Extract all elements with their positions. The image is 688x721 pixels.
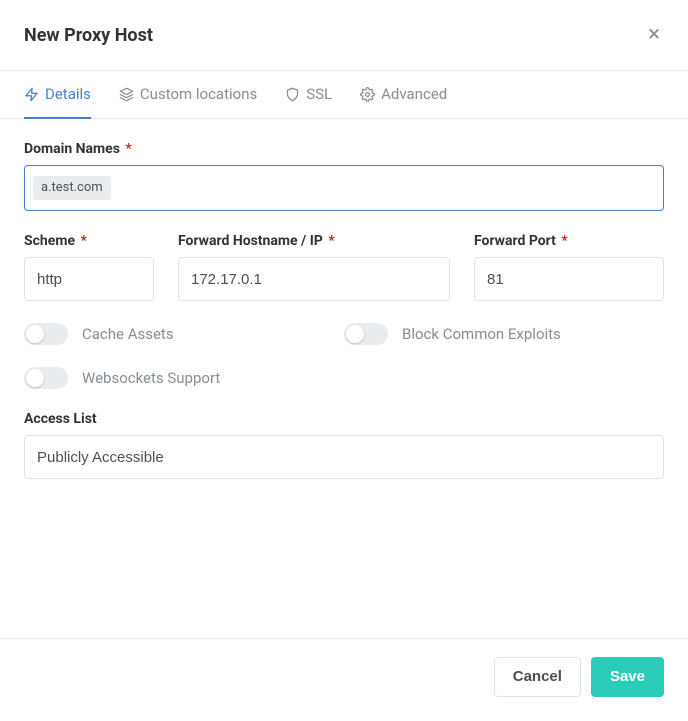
tab-bar: Details Custom locations SSL Advanced xyxy=(0,71,688,119)
field-hostname: Forward Hostname / IP * xyxy=(178,233,450,301)
tab-label: Advanced xyxy=(381,85,447,103)
block-exploits-label: Block Common Exploits xyxy=(402,325,561,343)
tab-custom-locations[interactable]: Custom locations xyxy=(119,71,257,119)
block-exploits-switch[interactable] xyxy=(344,323,388,345)
required-mark: * xyxy=(561,233,567,249)
lightning-icon xyxy=(24,87,39,102)
field-access-list: Access List xyxy=(24,411,664,479)
hostname-input[interactable] xyxy=(178,257,450,301)
websockets-switch[interactable] xyxy=(24,367,68,389)
gear-icon xyxy=(360,87,375,102)
access-list-label: Access List xyxy=(24,411,664,427)
tab-label: Custom locations xyxy=(140,85,257,103)
shield-icon xyxy=(285,87,300,102)
toggle-websockets: Websockets Support xyxy=(24,367,664,389)
cache-assets-label: Cache Assets xyxy=(82,325,174,343)
toggle-cache-assets: Cache Assets xyxy=(24,323,344,345)
close-button[interactable]: × xyxy=(644,20,664,50)
new-proxy-host-modal: New Proxy Host × Details Custom location… xyxy=(0,0,688,721)
port-label: Forward Port * xyxy=(474,233,664,249)
tab-label: Details xyxy=(45,85,91,103)
scheme-select[interactable] xyxy=(24,257,154,301)
hostname-label: Forward Hostname / IP * xyxy=(178,233,450,249)
domain-names-label: Domain Names * xyxy=(24,141,664,157)
required-mark: * xyxy=(125,141,131,157)
tab-details[interactable]: Details xyxy=(24,71,91,119)
required-mark: * xyxy=(81,233,87,249)
websockets-label: Websockets Support xyxy=(82,369,220,387)
tab-label: SSL xyxy=(306,85,332,103)
save-button[interactable]: Save xyxy=(591,657,664,697)
tab-ssl[interactable]: SSL xyxy=(285,71,332,119)
required-mark: * xyxy=(328,233,334,249)
toggle-block-exploits: Block Common Exploits xyxy=(344,323,664,345)
toggle-row-1: Cache Assets Block Common Exploits xyxy=(24,323,664,345)
tab-advanced[interactable]: Advanced xyxy=(360,71,447,119)
field-scheme: Scheme * xyxy=(24,233,154,301)
scheme-label: Scheme * xyxy=(24,233,154,249)
cache-assets-switch[interactable] xyxy=(24,323,68,345)
field-port: Forward Port * xyxy=(474,233,664,301)
domain-tag[interactable]: a.test.com xyxy=(33,176,111,200)
domain-names-input[interactable]: a.test.com xyxy=(24,165,664,211)
modal-title: New Proxy Host xyxy=(24,25,153,46)
modal-header: New Proxy Host × xyxy=(0,0,688,71)
port-input[interactable] xyxy=(474,257,664,301)
forward-row: Scheme * Forward Hostname / IP * Forward… xyxy=(24,233,664,301)
modal-body: Domain Names * a.test.com Scheme * Forwa… xyxy=(0,119,688,638)
access-list-select[interactable] xyxy=(24,435,664,479)
modal-footer: Cancel Save xyxy=(0,638,688,721)
toggle-row-2: Websockets Support xyxy=(24,367,664,389)
layers-icon xyxy=(119,87,134,102)
field-domain-names: Domain Names * a.test.com xyxy=(24,141,664,211)
cancel-button[interactable]: Cancel xyxy=(494,657,581,697)
